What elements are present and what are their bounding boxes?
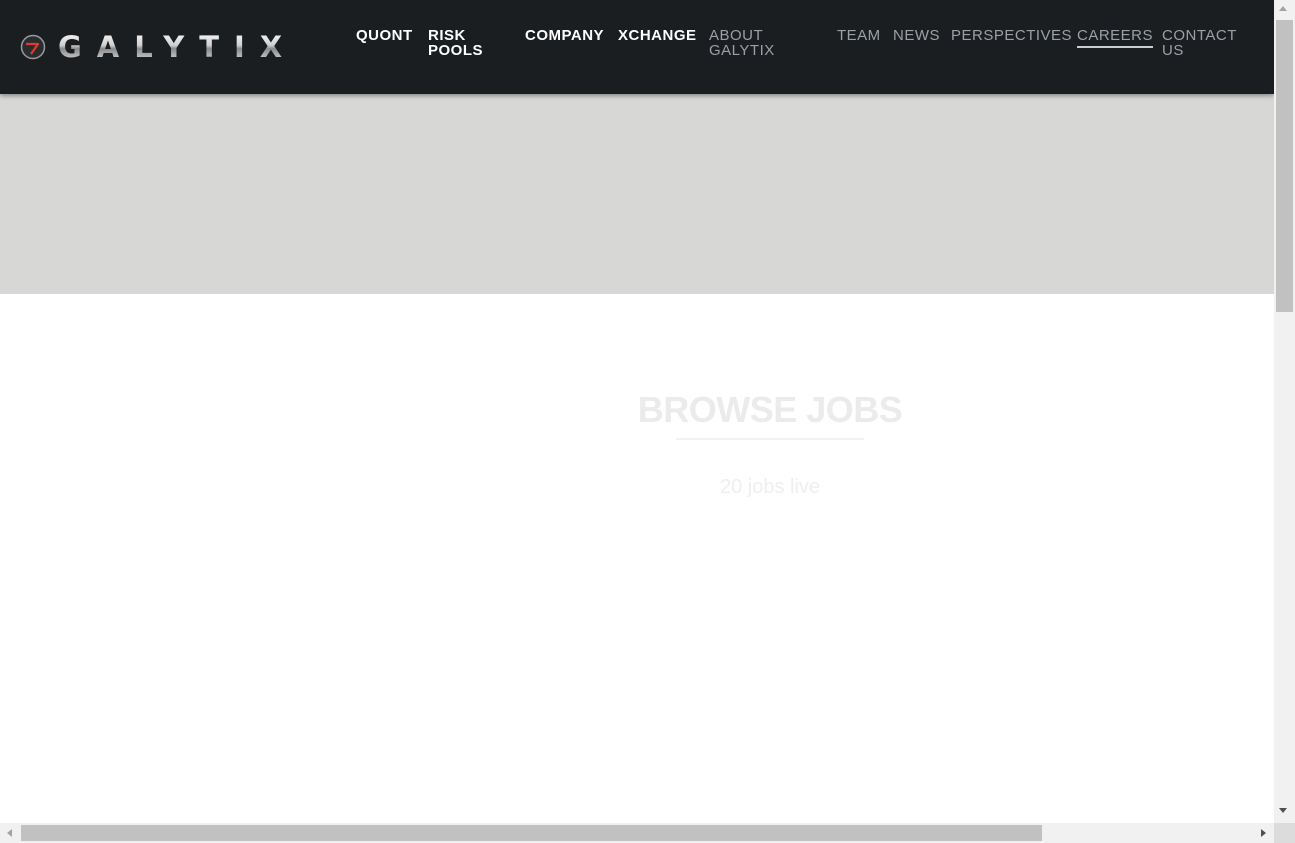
nav-risk-pools[interactable]: RISK POOLS xyxy=(428,28,490,58)
scroll-right-arrow-icon[interactable] xyxy=(1261,829,1266,837)
jobs-live-count: 20 jobs live xyxy=(719,476,821,498)
scroll-down-arrow-icon[interactable] xyxy=(1279,808,1287,813)
logo-wordmark: GALYTIX xyxy=(58,30,298,64)
galytix-logo[interactable]: GALYTIX xyxy=(20,30,336,64)
horizontal-scrollbar[interactable] xyxy=(0,823,1274,843)
nav-contact-us[interactable]: CONTACT US xyxy=(1162,28,1242,58)
nav-perspectives[interactable]: PERSPECTIVES xyxy=(951,28,1072,43)
scroll-up-arrow-icon[interactable] xyxy=(1279,6,1287,11)
scroll-left-arrow-icon[interactable] xyxy=(7,829,12,837)
nav-company[interactable]: COMPANY xyxy=(525,28,613,43)
nav-xchange[interactable]: XCHANGE xyxy=(618,28,704,43)
vertical-scrollbar[interactable] xyxy=(1274,0,1295,823)
nav-team[interactable]: TEAM xyxy=(837,28,887,43)
nav-news[interactable]: NEWS xyxy=(893,28,945,43)
nav-quont[interactable]: QUONT xyxy=(356,28,420,43)
page-viewport: GALYTIX QUONT RISK POOLS COMPANY XCHANGE… xyxy=(0,0,1274,823)
galytix-logo-mark-icon xyxy=(20,34,46,60)
horizontal-scroll-thumb[interactable] xyxy=(21,825,1042,841)
title-divider xyxy=(676,438,864,440)
browse-jobs-title: BROWSE JOBS xyxy=(637,389,903,430)
site-header: GALYTIX QUONT RISK POOLS COMPANY XCHANGE… xyxy=(0,0,1274,94)
hero-banner xyxy=(0,94,1274,294)
scrollbar-corner xyxy=(1274,823,1295,843)
nav-careers[interactable]: CAREERS xyxy=(1077,28,1154,48)
vertical-scroll-thumb[interactable] xyxy=(1276,20,1293,312)
nav-about-galytix[interactable]: ABOUT GALYTIX xyxy=(709,28,779,58)
